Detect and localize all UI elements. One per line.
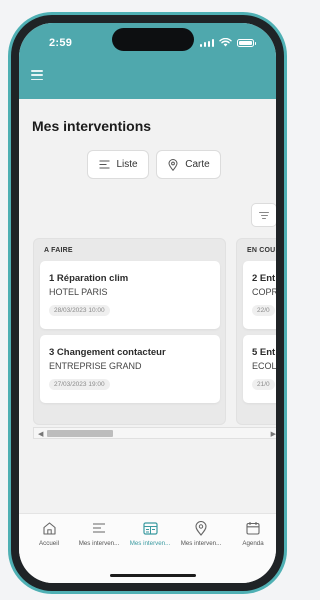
intervention-card[interactable]: 1 Réparation clim HOTEL PARIS 28/03/2023… bbox=[40, 261, 220, 329]
scroll-right-arrow-icon[interactable]: ▶ bbox=[271, 430, 276, 438]
list-view-button[interactable]: Liste bbox=[87, 150, 149, 179]
nav-item-agenda[interactable]: Agenda bbox=[227, 520, 276, 547]
bottom-navigation: Accueil Mes interven... Mes interven... bbox=[19, 513, 276, 583]
status-icons bbox=[199, 38, 256, 47]
status-time: 2:59 bbox=[49, 37, 73, 49]
nav-label: Mes interven... bbox=[129, 540, 171, 547]
card-client: ECOL bbox=[252, 361, 276, 371]
horizontal-scrollbar[interactable]: ◀ ▶ bbox=[33, 427, 276, 439]
list-view-label: Liste bbox=[116, 159, 138, 170]
map-pin-icon bbox=[193, 520, 209, 536]
nav-label: Mes interven... bbox=[78, 540, 120, 547]
card-client: ENTREPRISE GRAND bbox=[49, 361, 142, 371]
card-client: HOTEL PARIS bbox=[49, 287, 108, 297]
dynamic-island bbox=[112, 28, 194, 51]
board-icon bbox=[142, 520, 158, 536]
card-date-badge: 21/0 bbox=[252, 379, 275, 390]
card-date-badge: 27/03/2023 19:00 bbox=[49, 379, 110, 390]
wifi-icon bbox=[219, 38, 232, 47]
intervention-card[interactable]: 3 Changement contacteur ENTREPRISE GRAND… bbox=[40, 335, 220, 403]
column-title: EN COU bbox=[247, 247, 276, 254]
filter-button[interactable] bbox=[251, 203, 276, 227]
list-icon bbox=[91, 520, 107, 536]
column-title: A FAIRE bbox=[44, 247, 73, 254]
intervention-card[interactable]: 5 Ent ECOL 21/0 bbox=[243, 335, 276, 403]
kanban-column-a-faire: A FAIRE 1 Réparation clim HOTEL PARIS 28… bbox=[33, 238, 226, 425]
map-pin-icon bbox=[167, 158, 179, 171]
nav-item-interventions-board[interactable]: Mes interven... bbox=[124, 520, 176, 547]
home-icon bbox=[41, 520, 57, 536]
kanban-column-en-cours: EN COU 2 Ent COPR 22/0 5 Ent ECOL 21/0 bbox=[236, 238, 276, 425]
card-title: 3 Changement contacteur bbox=[49, 347, 166, 358]
card-title: 1 Réparation clim bbox=[49, 273, 129, 284]
app-screen: 2:59 Mes interventions Liste Carte A FAI… bbox=[19, 23, 276, 583]
phone-bezel: 2:59 Mes interventions Liste Carte A FAI… bbox=[11, 15, 284, 591]
nav-label: Agenda bbox=[242, 540, 264, 547]
signal-icon bbox=[199, 38, 214, 47]
page-title: Mes interventions bbox=[32, 118, 152, 134]
battery-icon bbox=[237, 38, 256, 47]
scroll-left-arrow-icon[interactable]: ◀ bbox=[38, 430, 43, 438]
hamburger-menu-icon[interactable] bbox=[31, 70, 43, 80]
home-indicator[interactable] bbox=[110, 574, 196, 577]
nav-label: Mes interven... bbox=[180, 540, 222, 547]
nav-label: Accueil bbox=[39, 540, 59, 547]
intervention-card[interactable]: 2 Ent COPR 22/0 bbox=[243, 261, 276, 329]
kanban-board: A FAIRE 1 Réparation clim HOTEL PARIS 28… bbox=[33, 238, 276, 428]
nav-item-interventions-list[interactable]: Mes interven... bbox=[73, 520, 125, 547]
card-title: 2 Ent bbox=[252, 273, 276, 284]
list-icon bbox=[98, 159, 110, 171]
nav-item-interventions-map[interactable]: Mes interven... bbox=[175, 520, 227, 547]
card-client: COPR bbox=[252, 287, 276, 297]
scrollbar-thumb[interactable] bbox=[47, 430, 113, 437]
map-view-button[interactable]: Carte bbox=[156, 150, 221, 179]
card-date-badge: 22/0 bbox=[252, 305, 275, 316]
app-header: 2:59 bbox=[19, 23, 276, 99]
map-view-label: Carte bbox=[185, 159, 210, 170]
calendar-icon bbox=[245, 520, 261, 536]
phone-frame: 2:59 Mes interventions Liste Carte A FAI… bbox=[8, 12, 287, 594]
card-title: 5 Ent bbox=[252, 347, 276, 358]
card-date-badge: 28/03/2023 10:00 bbox=[49, 305, 110, 316]
nav-item-accueil[interactable]: Accueil bbox=[23, 520, 75, 547]
